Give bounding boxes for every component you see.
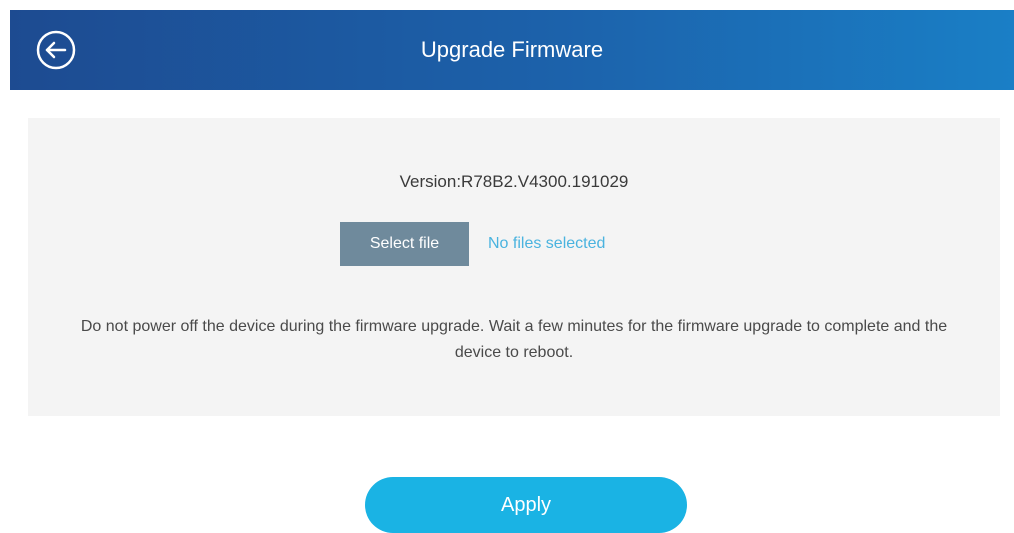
- page-title: Upgrade Firmware: [420, 37, 604, 62]
- firmware-panel: Version:R78B2.V4300.191029 Select file N…: [28, 118, 1000, 416]
- back-arrow-circle-icon: [36, 30, 76, 70]
- select-file-button[interactable]: Select file: [340, 222, 469, 266]
- upgrade-notice: Do not power off the device during the f…: [80, 318, 948, 361]
- file-status-text: No files selected: [488, 235, 606, 252]
- apply-button[interactable]: Apply: [365, 477, 687, 533]
- back-button[interactable]: [34, 28, 78, 72]
- header-bar: Upgrade Firmware: [10, 10, 1014, 90]
- file-select-row: Select file No files selected: [340, 222, 605, 266]
- firmware-version: Version:R78B2.V4300.191029: [399, 172, 629, 191]
